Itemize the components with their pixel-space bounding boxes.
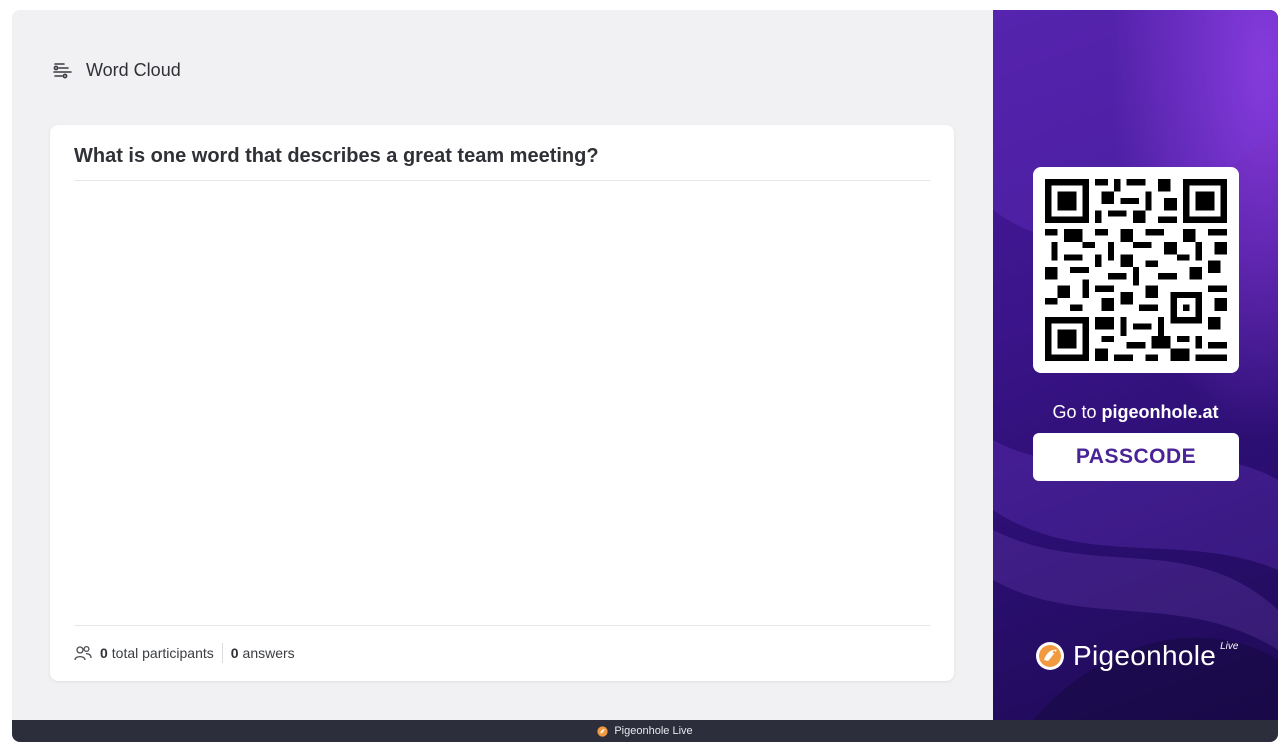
word-cloud-icon [52,62,74,80]
footer-bar: Pigeonhole Live [12,720,1278,742]
passcode-text: PASSCODE [1075,445,1197,468]
presentation-frame: Word Cloud What is one word that describ… [12,10,1278,742]
footer-label: Pigeonhole Live [614,725,693,737]
participants-count: 0 [100,645,108,661]
answers-label: answers [242,645,295,661]
brand-logo: Pigeonhole Live [1035,640,1242,672]
participants-icon [74,645,92,661]
answers-count: 0 [230,645,239,661]
goto-url[interactable]: pigeonhole.at [1102,402,1219,422]
qr-code [1033,167,1239,373]
page-title: Word Cloud [86,60,181,80]
brand-suffix: Live [1220,640,1239,652]
word-cloud-canvas [74,181,930,625]
pigeonhole-logo-icon [597,725,608,737]
session-header: Word Cloud [52,60,181,81]
divider [74,625,930,626]
main-panel: Word Cloud What is one word that describ… [12,10,993,720]
goto-prefix: Go to [1052,402,1097,422]
pigeonhole-logo-icon [1036,642,1064,670]
question-text: What is one word that describes a great … [74,145,599,167]
join-instructions: Go to pigeonhole.at [993,402,1278,423]
question-card: What is one word that describes a great … [50,125,954,681]
join-sidebar: Go to pigeonhole.at PASSCODE Pigeonhole … [993,10,1278,720]
passcode-box: PASSCODE [1033,433,1239,481]
stats-bar: 0 total participants 0 answers [74,643,295,663]
brand-name: Pigeonhole [1073,640,1217,671]
participants-label: total participants [111,645,214,661]
stats-separator [221,643,223,663]
